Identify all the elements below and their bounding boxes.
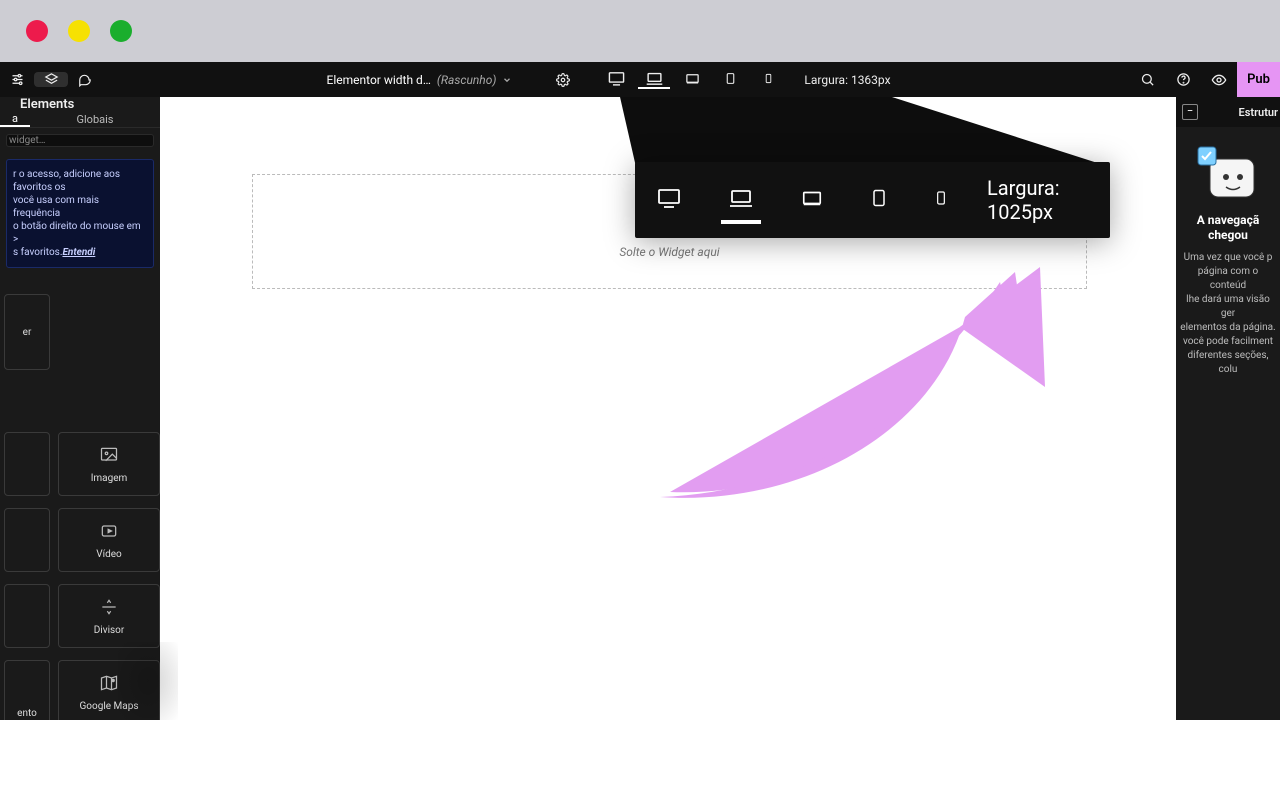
- left-panel-tabs: a Globais: [0, 112, 160, 128]
- device-tablet-portrait-button[interactable]: [714, 71, 746, 88]
- widget-divider[interactable]: Divisor: [58, 584, 160, 648]
- zoom-device-tablet-landscape[interactable]: [793, 177, 831, 223]
- device-laptop-button[interactable]: [638, 70, 670, 89]
- left-panel: Elements a Globais widget… r o acesso, a…: [0, 97, 160, 720]
- device-bar-zoom-overlay: Largura: 1025px: [635, 162, 1110, 238]
- structure-promo-title: A navegaçã chegou: [1191, 213, 1266, 243]
- widget-row-image: Imagem: [0, 426, 160, 502]
- divider-icon: [98, 597, 120, 617]
- search-icon[interactable]: [1129, 62, 1165, 97]
- widget-video[interactable]: Vídeo: [58, 508, 160, 572]
- widget-text-ento[interactable]: ento: [4, 660, 50, 724]
- gear-icon[interactable]: [546, 73, 580, 87]
- publish-button[interactable]: Pub: [1237, 62, 1280, 97]
- widget-row-video: Vídeo: [0, 502, 160, 578]
- document-title: Elementor width d…: [327, 73, 431, 87]
- zoom-device-laptop[interactable]: [721, 176, 761, 224]
- traffic-light-max-icon[interactable]: [110, 20, 132, 42]
- dropzone-text: Solte o Widget aqui: [619, 245, 719, 259]
- toolbar-right: Pub: [1129, 62, 1280, 97]
- tab-globals[interactable]: Globais: [30, 112, 160, 127]
- document-title-wrap[interactable]: Elementor width d… (Rascunho): [327, 73, 521, 87]
- structure-collapse-icon[interactable]: –: [1182, 104, 1198, 120]
- eye-icon[interactable]: [1201, 62, 1237, 97]
- left-panel-title: Elements: [0, 97, 160, 112]
- widget-left-partial-2[interactable]: [4, 508, 50, 572]
- canvas-width-label: Largura: 1363px: [790, 73, 904, 87]
- annotation-arrow-icon: [660, 257, 1050, 517]
- device-tablet-landscape-button[interactable]: [676, 71, 708, 88]
- bottom-empty-area: [0, 720, 1280, 800]
- image-icon: [98, 445, 120, 465]
- device-mobile-button[interactable]: [752, 71, 784, 88]
- zoom-device-tablet-portrait[interactable]: [863, 175, 895, 225]
- structure-panel-header: – Estrutur: [1176, 97, 1280, 127]
- tab-local[interactable]: a: [0, 112, 30, 127]
- toolbar-center: Elementor width d… (Rascunho) Largura: 1…: [102, 62, 1129, 97]
- widget-search-placeholder: widget…: [9, 135, 45, 146]
- favorites-tip: r o acesso, adicione aos favoritos os vo…: [6, 159, 154, 268]
- mascot-icon: [1196, 145, 1260, 203]
- zoom-width-label: Largura: 1025px: [987, 176, 1096, 224]
- chevron-down-icon: [502, 75, 512, 85]
- top-toolbar: Elementor width d… (Rascunho) Largura: 1…: [0, 62, 1280, 97]
- traffic-light-close-icon[interactable]: [26, 20, 48, 42]
- widget-search-input[interactable]: widget…: [6, 134, 154, 147]
- toolbar-left: [0, 62, 102, 97]
- zoom-device-desktop[interactable]: [649, 176, 689, 224]
- browser-titlebar: [0, 0, 1280, 62]
- widget-left-partial-3[interactable]: [4, 584, 50, 648]
- device-desktop-button[interactable]: [600, 70, 632, 89]
- tip-dismiss-link[interactable]: Entendi: [62, 247, 95, 258]
- help-icon[interactable]: [1165, 62, 1201, 97]
- widget-text-partial[interactable]: [4, 432, 50, 496]
- widget-row-container: er: [0, 274, 160, 376]
- video-icon: [98, 521, 120, 541]
- widget-google-maps[interactable]: Google Maps: [58, 660, 160, 724]
- widget-row-maps: ento Google Maps: [0, 654, 160, 730]
- map-icon: [98, 673, 120, 693]
- structure-title: Estrutur: [1239, 106, 1278, 119]
- document-status: (Rascunho): [437, 73, 497, 87]
- widget-row-divider: Divisor: [0, 578, 160, 654]
- right-panel: – Estrutur A navegaçã chegou Uma vez que…: [1176, 97, 1280, 720]
- widget-image[interactable]: Imagem: [58, 432, 160, 496]
- chat-icon[interactable]: [68, 73, 102, 87]
- layers-icon[interactable]: [34, 72, 68, 87]
- traffic-light-min-icon[interactable]: [68, 20, 90, 42]
- zoom-device-mobile[interactable]: [927, 175, 955, 225]
- widget-container-left[interactable]: er: [4, 294, 50, 370]
- structure-promo-body: Uma vez que você p página com o conteúd …: [1176, 251, 1280, 377]
- settings-sliders-icon[interactable]: [0, 72, 34, 87]
